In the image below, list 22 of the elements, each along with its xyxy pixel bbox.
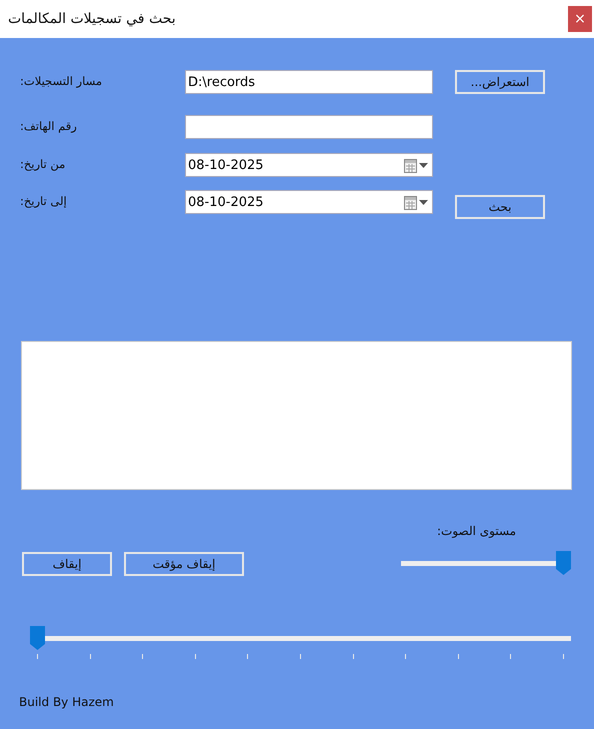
pause-button[interactable]: إيقاف مؤقت bbox=[124, 552, 244, 576]
stop-button[interactable]: إيقاف bbox=[22, 552, 112, 576]
date-field[interactable]: 08-10-2025 bbox=[185, 190, 433, 214]
volume-label: مستوى الصوت: bbox=[437, 524, 518, 538]
dropdown-arrow-icon[interactable] bbox=[419, 200, 428, 205]
date-field[interactable]: 08-10-2025 bbox=[185, 153, 433, 177]
field-label: إلى تاريخ: bbox=[20, 193, 68, 210]
field-label: مسار التسجيلات: bbox=[20, 73, 104, 90]
window-title: بحث في تسجيلات المكالمات bbox=[8, 11, 176, 27]
slider-thumb[interactable] bbox=[556, 551, 571, 575]
text-field[interactable]: D:\records bbox=[185, 70, 433, 94]
calendar-icon bbox=[404, 158, 417, 173]
close-button[interactable]: × bbox=[568, 6, 592, 32]
field-label: رقم الهاتف: bbox=[20, 118, 78, 135]
calendar-icon bbox=[404, 195, 417, 210]
footer-credit: Build By Hazem bbox=[19, 695, 115, 709]
search-button[interactable]: بحث bbox=[455, 195, 545, 219]
browse-button[interactable]: استعراض... bbox=[455, 70, 545, 94]
field-label: من تاريخ: bbox=[20, 156, 66, 173]
dropdown-arrow-icon[interactable] bbox=[419, 163, 428, 168]
text-field[interactable] bbox=[185, 115, 433, 139]
slider-thumb[interactable] bbox=[30, 626, 45, 650]
